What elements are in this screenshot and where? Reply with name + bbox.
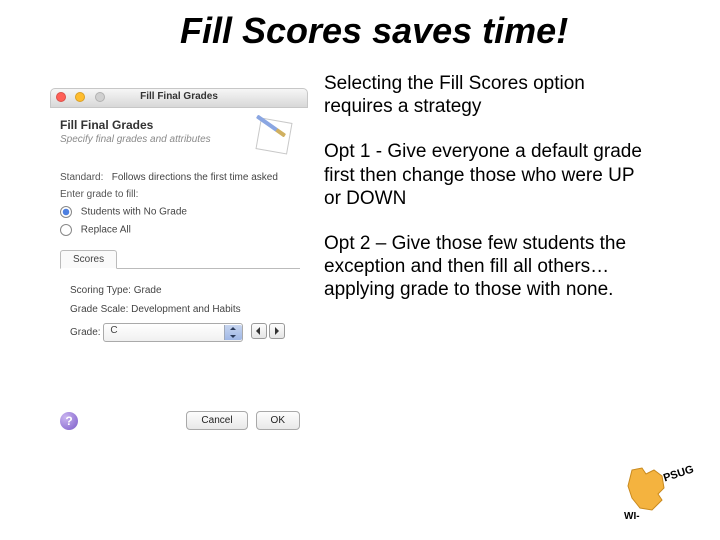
bullet-list: Selecting the Fill Scores option require… xyxy=(324,72,650,323)
bullet-2: Opt 1 - Give everyone a default grade fi… xyxy=(324,140,650,210)
grade-dropdown[interactable]: C xyxy=(103,323,243,342)
wi-psug-logo: PSUG WI- xyxy=(624,466,684,522)
dialog-body: Fill Final Grades Specify final grades a… xyxy=(50,108,308,372)
scoring-type-label: Scoring Type: xyxy=(70,285,131,296)
bullet-3: Opt 2 – Give those few students the exce… xyxy=(324,232,650,302)
radio-no-grade-label: Students with No Grade xyxy=(81,207,187,218)
standard-value: Follows directions the first time asked xyxy=(112,172,278,183)
help-button[interactable]: ? xyxy=(60,412,78,430)
logo-text-wi: WI- xyxy=(624,511,640,522)
scoring-type-value: Grade xyxy=(134,285,162,296)
grade-step-down[interactable] xyxy=(251,323,267,339)
tab-scores[interactable]: Scores xyxy=(60,250,117,269)
grade-step-up[interactable] xyxy=(269,323,285,339)
grade-scale-value: Development and Habits xyxy=(131,304,241,315)
radio-replace-all-label: Replace All xyxy=(81,225,131,236)
chevron-updown-icon xyxy=(224,325,242,340)
radio-no-grade[interactable] xyxy=(60,206,72,218)
window-title: Fill Final Grades xyxy=(51,91,307,102)
slide-title: Fill Scores saves time! xyxy=(180,10,568,52)
ok-button[interactable]: OK xyxy=(256,411,300,430)
grade-value: C xyxy=(110,325,117,336)
bullet-1: Selecting the Fill Scores option require… xyxy=(324,72,650,118)
dialog-screenshot: Fill Final Grades Fill Final Grades Spec… xyxy=(50,88,308,438)
window-titlebar: Fill Final Grades xyxy=(50,88,308,108)
clipboard-icon xyxy=(252,110,298,156)
fill-label: Enter grade to fill: xyxy=(60,189,300,200)
grade-label: Grade: xyxy=(70,327,101,338)
cancel-button[interactable]: Cancel xyxy=(186,411,247,430)
radio-replace-all[interactable] xyxy=(60,224,72,236)
standard-label: Standard: xyxy=(60,172,103,183)
grade-scale-label: Grade Scale: xyxy=(70,304,128,315)
